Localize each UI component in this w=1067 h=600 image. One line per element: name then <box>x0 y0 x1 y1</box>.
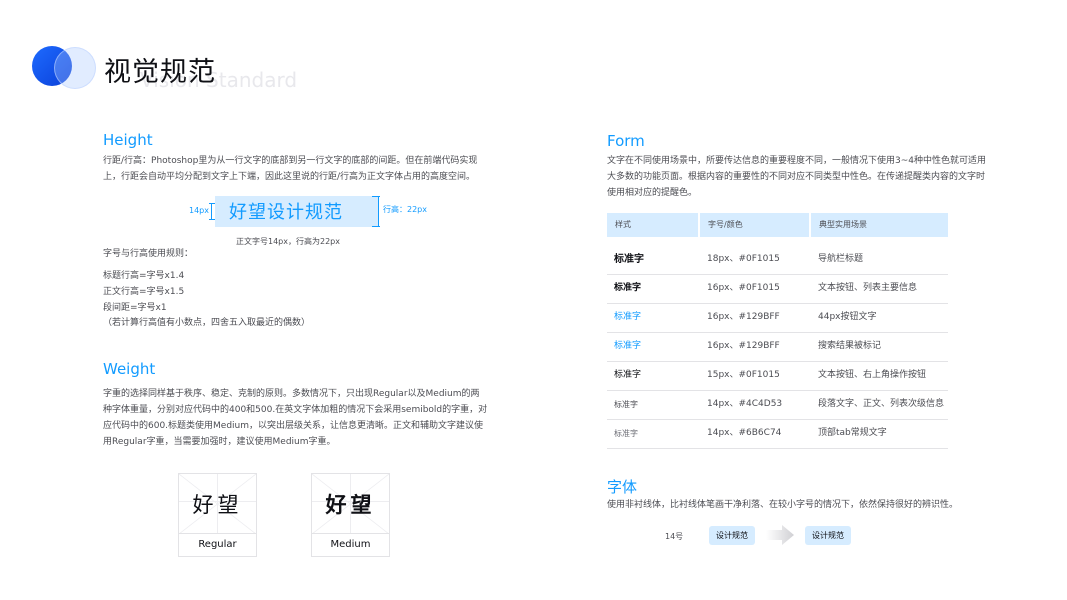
table-row: 标准字 15px、#0F1015 文本按钮、右上角操作按钮 <box>607 361 948 391</box>
font-size-label: 14号 <box>665 532 684 541</box>
serif-sample: 设计规范 <box>709 526 755 545</box>
row-style: 标准字 <box>614 341 642 351</box>
rule-item: 标题行高=字号x1.4 <box>103 271 185 281</box>
weight-sample: 好望 <box>325 493 376 517</box>
size-marker-top <box>209 203 215 204</box>
row-style: 标准字 <box>614 254 644 265</box>
row-style: 标准字 <box>614 429 638 438</box>
weight-title: Weight <box>103 360 156 378</box>
row-style: 标准字 <box>614 283 642 293</box>
row-usage: 搜索结果被标记 <box>818 341 882 351</box>
row-style: 标准字 <box>614 370 642 380</box>
row-style: 标准字 <box>614 400 638 409</box>
table-row: 标准字 18px、#0F1015 导航栏标题 <box>607 245 948 275</box>
row-spec: 14px、#6B6C74 <box>707 428 782 438</box>
row-style: 标准字 <box>614 312 642 322</box>
row-usage: 文本按钮、右上角操作按钮 <box>818 370 927 380</box>
rule-item: （若计算行高值有小数点，四舍五入取最近的偶数） <box>103 318 311 328</box>
row-spec: 18px、#0F1015 <box>707 254 780 264</box>
size-marker-bottom <box>209 219 215 220</box>
weight-description: 字重的选择同样基于秩序、稳定、克制的原则。多数情况下，只出现Regular以及M… <box>103 389 488 447</box>
weight-sample: 好望 <box>192 493 243 517</box>
row-spec: 16px、#129BFF <box>707 312 780 322</box>
weight-card-regular: 好望 Regular <box>178 473 257 557</box>
rule-item: 正文行高=字号x1.5 <box>103 287 185 297</box>
table-row: 标准字 14px、#4C4D53 段落文字、正文、列表次级信息 <box>607 390 948 420</box>
table-row: 标准字 14px、#6B6C74 顶部tab常规文字 <box>607 419 948 449</box>
height-title: Height <box>103 131 153 149</box>
table-row: 标准字 16px、#129BFF 44px按钮文字 <box>607 303 948 333</box>
logo-circle-overlay <box>54 47 96 89</box>
row-spec: 16px、#0F1015 <box>707 283 780 293</box>
rules-title: 字号与行高使用规则： <box>103 249 194 259</box>
row-usage: 文本按钮、列表主要信息 <box>818 283 918 293</box>
font-title: 字体 <box>607 478 638 496</box>
arrow-right-icon <box>766 525 794 545</box>
row-usage: 44px按钮文字 <box>818 312 877 322</box>
row-usage: 段落文字、正文、列表次级信息 <box>818 399 945 409</box>
weight-label: Regular <box>179 533 256 556</box>
rule-item: 段间距=字号x1 <box>103 303 167 313</box>
table-row: 标准字 16px、#0F1015 文本按钮、列表主要信息 <box>607 274 948 304</box>
table-header-spec: 字号/颜色 <box>700 213 809 237</box>
row-usage: 导航栏标题 <box>818 254 864 264</box>
height-description: 行距/行高：Photoshop里为从一行文字的底部到另一行文字的底部的间距。但在… <box>103 156 478 182</box>
row-spec: 16px、#129BFF <box>707 341 780 351</box>
demo-caption: 正文字号14px，行高为22px <box>236 237 340 246</box>
line-marker-vertical <box>378 196 379 227</box>
table-header-style: 样式 <box>607 213 698 237</box>
row-spec: 15px、#0F1015 <box>707 370 780 380</box>
page-title: 视觉规范 <box>104 57 216 88</box>
size-label-14px: 14px <box>189 206 209 215</box>
form-title: Form <box>607 132 645 150</box>
form-description: 文字在不同使用场景中，所要传达信息的重要程度不同，一般情况下使用3~4种中性色就… <box>607 156 986 198</box>
weight-label: Medium <box>312 533 389 556</box>
table-row: 标准字 16px、#129BFF 搜索结果被标记 <box>607 332 948 362</box>
size-marker-vertical <box>211 203 212 219</box>
row-spec: 14px、#4C4D53 <box>707 399 783 409</box>
table-header-usage: 典型实用场景 <box>811 213 948 237</box>
line-height-label: 行高：22px <box>383 205 427 214</box>
demo-text: 好望设计规范 <box>229 202 343 223</box>
sans-sample: 设计规范 <box>805 526 851 545</box>
weight-card-medium: 好望 Medium <box>311 473 390 557</box>
row-usage: 顶部tab常规文字 <box>818 428 887 438</box>
font-description: 使用非衬线体，比衬线体笔画干净利落、在较小字号的情况下，依然保持很好的辨识性。 <box>607 500 959 510</box>
